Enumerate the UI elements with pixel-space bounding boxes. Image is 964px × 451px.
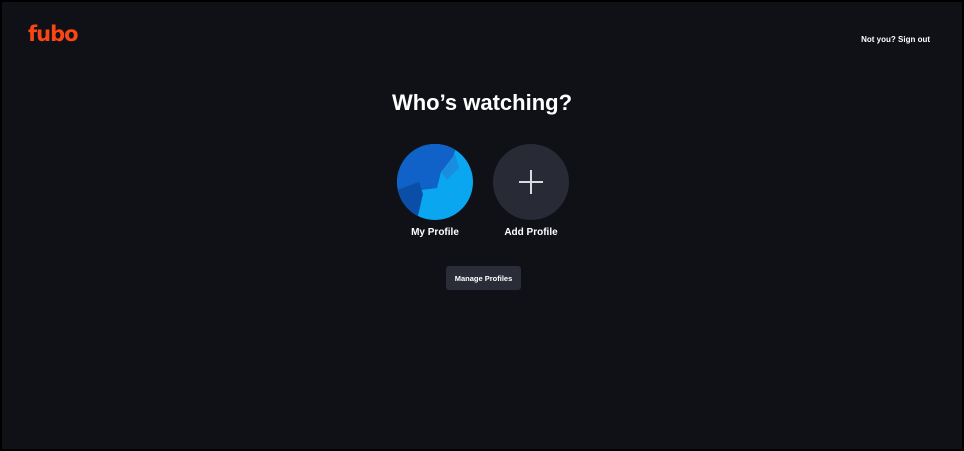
profile-add-profile[interactable]: Add Profile [486,144,576,238]
plus-icon [519,170,543,194]
page-title: Who’s watching? [391,90,573,115]
add-profile-circle[interactable] [493,144,569,220]
profile-my-profile[interactable]: My Profile [390,144,480,238]
manage-profiles-button[interactable]: Manage Profiles [446,266,521,290]
profile-label-my-profile: My Profile [411,227,459,238]
app-window: fubo Not you? Sign out Who’s watching? M… [0,0,964,451]
fubo-logo[interactable]: fubo [28,24,79,45]
sign-out-link[interactable]: Not you? Sign out [861,36,930,44]
profile-avatar-icon[interactable] [397,144,473,220]
profile-label-add-profile: Add Profile [504,227,558,238]
